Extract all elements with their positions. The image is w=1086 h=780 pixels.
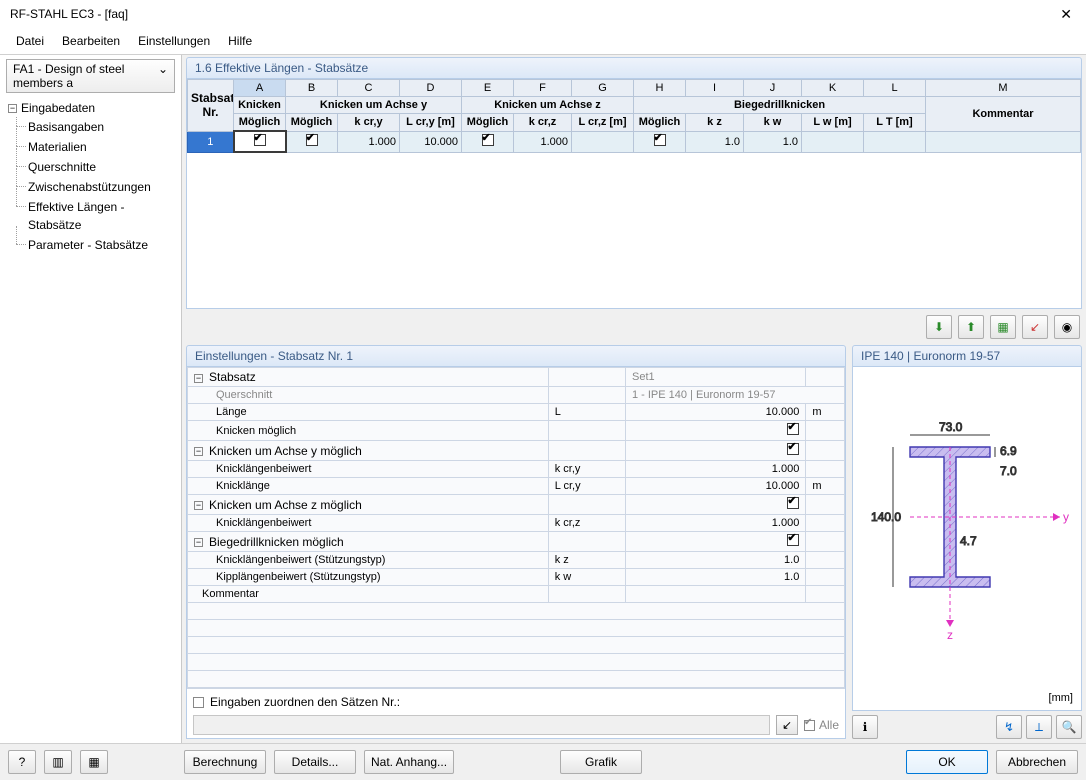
assign-label: Eingaben zuordnen den Sätzen Nr.: bbox=[210, 695, 400, 709]
col-lcrz-highlight: L cr,z [m] bbox=[572, 114, 634, 132]
svg-text:4.7: 4.7 bbox=[960, 534, 977, 548]
cell-kcrz[interactable]: 1.000 bbox=[514, 131, 572, 152]
info-icon[interactable]: ℹ bbox=[852, 715, 878, 739]
svg-text:73.0: 73.0 bbox=[939, 420, 963, 434]
tree-root-label: Eingabedaten bbox=[21, 99, 95, 117]
report-prev-icon[interactable]: ▥ bbox=[44, 750, 72, 774]
unit-label: [mm] bbox=[1049, 692, 1073, 704]
svg-text:6.9: 6.9 bbox=[1000, 444, 1017, 458]
prop-kny-checkbox[interactable] bbox=[787, 443, 799, 455]
menu-file[interactable]: Datei bbox=[8, 32, 52, 50]
load-case-dropdown[interactable]: FA1 - Design of steel members a ⌄ bbox=[6, 59, 175, 93]
nav-tree: − Eingabedaten Basisangaben Materialien … bbox=[0, 95, 181, 259]
section-title: 1.6 Effektive Längen - Stabsätze bbox=[186, 57, 1082, 79]
axis-toggle-icon[interactable]: ↯ bbox=[996, 715, 1022, 739]
cell-kcry[interactable]: 1.000 bbox=[338, 131, 400, 152]
cell-lt[interactable] bbox=[864, 131, 926, 152]
zoom-icon[interactable]: 🔍 bbox=[1056, 715, 1082, 739]
dimensions-toggle-icon[interactable]: ⟂ bbox=[1026, 715, 1052, 739]
close-icon[interactable]: ✕ bbox=[1054, 4, 1078, 25]
row-number[interactable]: 1 bbox=[188, 131, 234, 152]
prop-knicken-checkbox[interactable] bbox=[787, 423, 799, 435]
pick-from-model-icon[interactable]: ↙ bbox=[1022, 315, 1048, 339]
tree-item-materialien[interactable]: Materialien bbox=[28, 137, 177, 157]
col-lt-highlight: L T [m] bbox=[864, 114, 926, 132]
export-excel-in-icon[interactable]: ⬆ bbox=[958, 315, 984, 339]
cell-kny-moeglich[interactable] bbox=[286, 131, 338, 152]
tree-item-basisangaben[interactable]: Basisangaben bbox=[28, 117, 177, 137]
svg-text:7.0: 7.0 bbox=[1000, 464, 1017, 478]
cell-kommentar[interactable] bbox=[926, 131, 1081, 152]
help-icon[interactable]: ? bbox=[8, 750, 36, 774]
title-bar: RF-STAHL EC3 - [faq] ✕ bbox=[0, 0, 1086, 28]
cell-lcry[interactable]: 10.000 bbox=[400, 131, 462, 152]
table-toolbar: ⬇ ⬆ ▦ ↙ ◉ bbox=[186, 309, 1086, 345]
chevron-down-icon: ⌄ bbox=[158, 62, 168, 90]
nat-anhang-button[interactable]: Nat. Anhang... bbox=[364, 750, 454, 774]
cell-bdk-moeglich[interactable] bbox=[634, 131, 686, 152]
props-title: Einstellungen - Stabsatz Nr. 1 bbox=[186, 345, 846, 367]
svg-text:y: y bbox=[1063, 510, 1069, 524]
cell-knz-moeglich[interactable] bbox=[462, 131, 514, 152]
cell-lw[interactable] bbox=[802, 131, 864, 152]
col-stabsatz: StabsatzNr. bbox=[188, 80, 234, 132]
tree-item-eff-laengen[interactable]: Effektive Längen - Stabsätze bbox=[28, 197, 177, 235]
sidebar: FA1 - Design of steel members a ⌄ − Eing… bbox=[0, 55, 182, 743]
cross-section-diagram: 73.0 140.0 6.9 7.0 4.7 y z bbox=[865, 397, 1075, 647]
assign-checkbox[interactable] bbox=[193, 697, 204, 708]
bottom-bar: ? ▥ ▦ Berechnung Details... Nat. Anhang.… bbox=[0, 743, 1086, 780]
window-title: RF-STAHL EC3 - [faq] bbox=[10, 7, 128, 21]
col-lw-highlight: L w [m] bbox=[802, 114, 864, 132]
svg-text:140.0: 140.0 bbox=[871, 510, 901, 524]
details-button[interactable]: Details... bbox=[274, 750, 356, 774]
assign-input bbox=[193, 715, 770, 735]
alle-checkbox[interactable] bbox=[804, 720, 815, 731]
berechnung-button[interactable]: Berechnung bbox=[184, 750, 266, 774]
cell-kz[interactable]: 1.0 bbox=[686, 131, 744, 152]
cell-knicken-moeglich[interactable] bbox=[234, 131, 286, 152]
menu-help[interactable]: Hilfe bbox=[220, 32, 260, 50]
cell-kw[interactable]: 1.0 bbox=[744, 131, 802, 152]
report-next-icon[interactable]: ▦ bbox=[80, 750, 108, 774]
prop-knz-checkbox[interactable] bbox=[787, 497, 799, 509]
tree-item-parameter[interactable]: Parameter - Stabsätze bbox=[28, 235, 177, 255]
view-mode-icon[interactable]: ◉ bbox=[1054, 315, 1080, 339]
tree-item-zwischen[interactable]: Zwischenabstützungen bbox=[28, 177, 177, 197]
grafik-button[interactable]: Grafik bbox=[560, 750, 642, 774]
pick-set-icon[interactable]: ↙ bbox=[776, 715, 798, 735]
cross-section-title: IPE 140 | Euronorm 19-57 bbox=[852, 345, 1082, 367]
main-table[interactable]: StabsatzNr. A B C D E F G H I J K L M bbox=[186, 79, 1082, 309]
export-excel-icon[interactable]: ▦ bbox=[990, 315, 1016, 339]
cross-section-panel: IPE 140 | Euronorm 19-57 bbox=[852, 345, 1082, 739]
svg-text:z: z bbox=[947, 628, 953, 642]
tree-item-querschnitte[interactable]: Querschnitte bbox=[28, 157, 177, 177]
properties-panel: Einstellungen - Stabsatz Nr. 1 −Stabsatz… bbox=[186, 345, 846, 739]
abbrechen-button[interactable]: Abbrechen bbox=[996, 750, 1078, 774]
load-case-label: FA1 - Design of steel members a bbox=[13, 62, 158, 90]
cell-lcrz[interactable] bbox=[572, 131, 634, 152]
menu-settings[interactable]: Einstellungen bbox=[130, 32, 218, 50]
ok-button[interactable]: OK bbox=[906, 750, 988, 774]
prop-bdk-checkbox[interactable] bbox=[787, 534, 799, 546]
export-excel-out-icon[interactable]: ⬇ bbox=[926, 315, 952, 339]
menu-edit[interactable]: Bearbeiten bbox=[54, 32, 128, 50]
tree-collapse-icon[interactable]: − bbox=[8, 104, 17, 113]
menu-bar: Datei Bearbeiten Einstellungen Hilfe bbox=[0, 28, 1086, 55]
